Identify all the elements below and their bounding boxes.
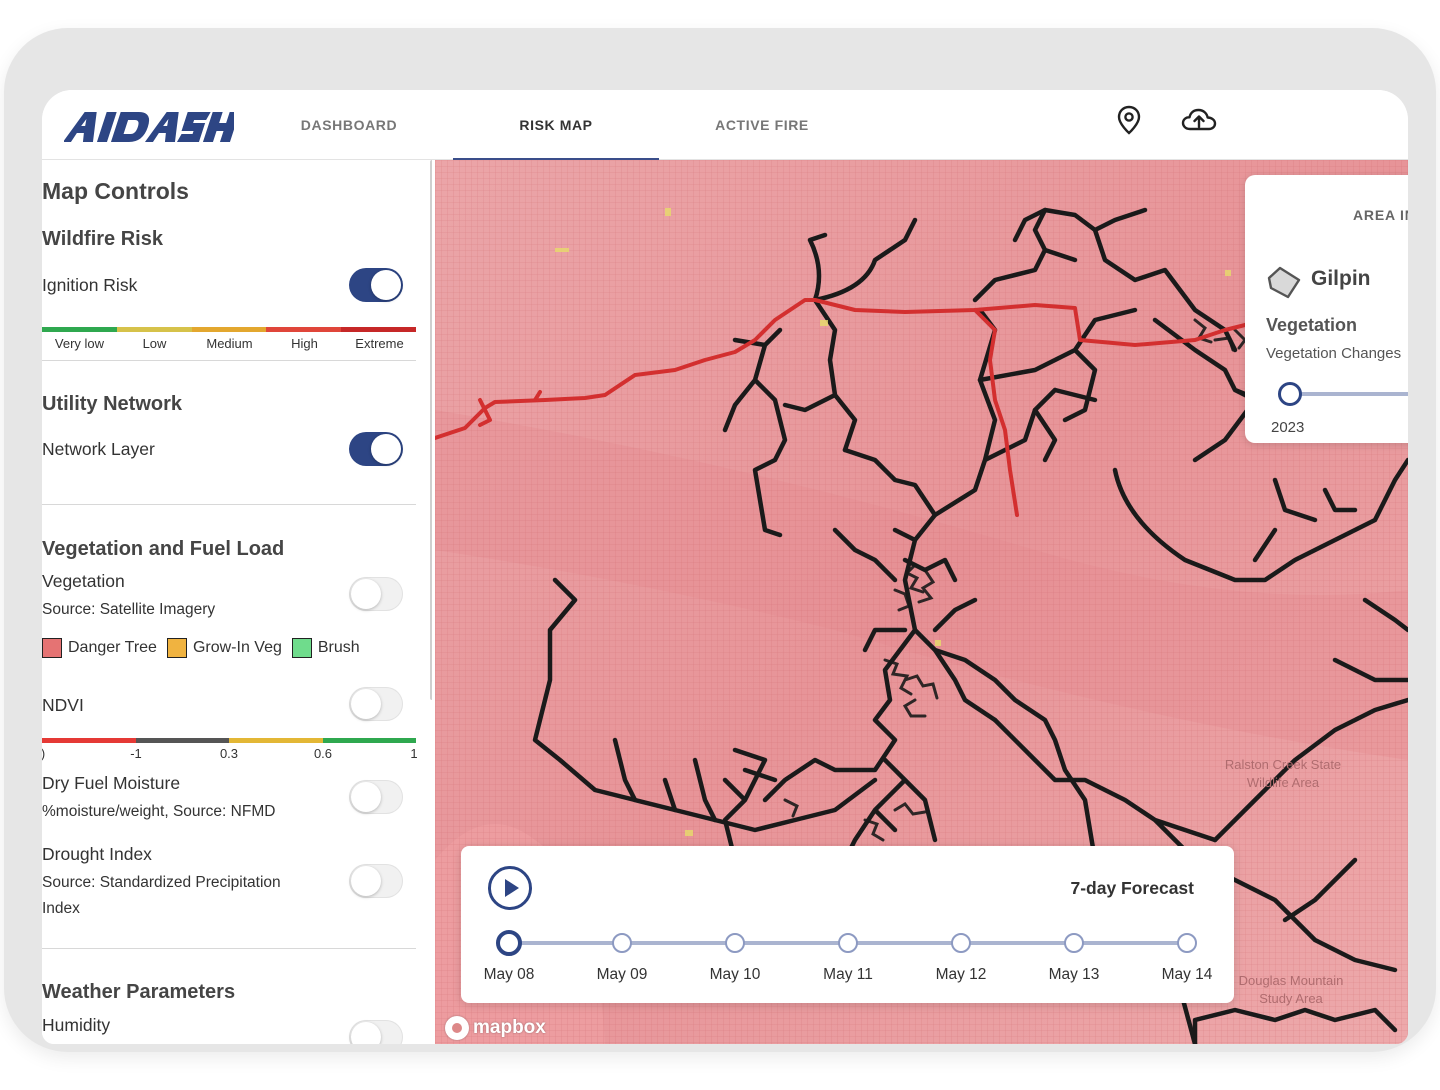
- app-screen: DASHBOARD RISK MAP ACTIVE FIRE Map Contr…: [42, 90, 1408, 1044]
- humidity-toggle[interactable]: [349, 1020, 403, 1044]
- forecast-panel: 7-day Forecast May 08 May 09 May 10 May 11 M…: [461, 846, 1234, 1003]
- play-icon[interactable]: [488, 866, 532, 910]
- vegetation-legend: Danger Tree Grow-In Veg Brush: [42, 638, 370, 658]
- mapbox-wordmark: mapbox: [473, 1017, 546, 1038]
- legend-label: Grow-In Veg: [192, 639, 282, 656]
- section-divider: [42, 504, 416, 505]
- wildfire-risk-heading: Wildfire Risk: [42, 228, 163, 250]
- forecast-day-marker[interactable]: [496, 930, 522, 956]
- ndvi-segment: [42, 738, 136, 743]
- ndvi-tick: -1: [130, 746, 142, 761]
- area-info-title: AREA IN: [1353, 207, 1408, 223]
- ndvi-tick: 0.3: [219, 746, 239, 761]
- area-info-card[interactable]: AREA IN Gilpin Vegetation Vegetation Cha…: [1245, 175, 1408, 443]
- risk-scale-medium: [191, 327, 267, 332]
- dry-fuel-moisture-label: Dry Fuel Moisture: [42, 773, 181, 793]
- vegetation-toggle[interactable]: [349, 577, 403, 611]
- sidebar-scrollbar[interactable]: [430, 160, 432, 700]
- tab-risk-map[interactable]: RISK MAP: [453, 90, 659, 161]
- ndvi-label: NDVI: [42, 695, 84, 715]
- location-pin-icon[interactable]: [1113, 104, 1145, 136]
- drought-source: Source: Standardized Precipitation Index: [42, 874, 281, 917]
- legend-item-brush: Brush: [291, 638, 360, 658]
- year-slider-handle[interactable]: [1278, 382, 1302, 406]
- panel-title: Map Controls: [42, 178, 189, 204]
- risk-scale-bar: [42, 327, 416, 332]
- year-slider-track[interactable]: [1290, 392, 1408, 396]
- forecast-day-label: May 11: [823, 966, 873, 983]
- dry-fuel-source: %moisture/weight, Source: NFMD: [42, 803, 276, 820]
- ndvi-segment: [135, 738, 229, 743]
- tab-active-fire[interactable]: ACTIVE FIRE: [687, 90, 837, 160]
- grow-in-veg-swatch: [166, 638, 187, 658]
- ignition-risk-toggle[interactable]: [349, 268, 403, 302]
- scale-label-high: High: [291, 336, 318, 351]
- forecast-day-marker[interactable]: [951, 933, 971, 953]
- aidash-logo[interactable]: [64, 108, 234, 144]
- area-subtitle: Vegetation Changes: [1266, 345, 1402, 362]
- cloud-upload-icon[interactable]: [1180, 104, 1218, 136]
- mapbox-attribution[interactable]: mapbox: [445, 1016, 546, 1040]
- risk-scale-very-low: [42, 327, 117, 332]
- scale-label-extreme: Extreme: [355, 336, 404, 351]
- polygon-area-icon: [1267, 266, 1301, 299]
- risk-map[interactable]: Ralston Creek State Wildlife Area Dougla…: [435, 160, 1408, 1044]
- vegetation-label: Vegetation: [42, 571, 125, 591]
- ndvi-toggle[interactable]: [349, 687, 403, 721]
- forecast-day-label: May 09: [596, 966, 648, 983]
- network-layer-label: Network Layer: [42, 439, 155, 459]
- forecast-day-label: May 14: [1161, 966, 1213, 983]
- forecast-day-marker[interactable]: [725, 933, 745, 953]
- forecast-day-label: May 12: [935, 966, 987, 983]
- ndvi-scale-bar: [42, 738, 416, 743]
- forecast-title: 7-day Forecast: [1070, 878, 1194, 898]
- vegetation-source: Source: Satellite Imagery: [42, 601, 216, 618]
- forecast-day-marker[interactable]: [838, 933, 858, 953]
- ndvi-segment: [322, 738, 416, 743]
- legend-label: Danger Tree: [68, 639, 157, 656]
- ndvi-tick-partial: ): [42, 746, 47, 761]
- forecast-day-marker[interactable]: [1064, 933, 1084, 953]
- drought-index-label: Drought Index: [42, 844, 152, 864]
- mapbox-icon: [445, 1016, 469, 1040]
- risk-scale-low: [116, 327, 192, 332]
- dry-fuel-toggle[interactable]: [349, 780, 403, 814]
- section-divider: [42, 360, 416, 361]
- ndvi-tick: 1: [410, 746, 418, 761]
- section-divider: [42, 948, 416, 949]
- scale-label-very-low: Very low: [54, 336, 105, 351]
- legend-item-grow-in-veg: Grow-In Veg: [166, 638, 282, 658]
- tablet-frame: DASHBOARD RISK MAP ACTIVE FIRE Map Contr…: [4, 28, 1436, 1052]
- legend-item-danger-tree: Danger Tree: [42, 638, 157, 658]
- drought-index-toggle[interactable]: [349, 864, 403, 898]
- map-controls-panel: Map Controls Wildfire Risk Ignition Risk…: [42, 160, 432, 1044]
- year-label: 2023: [1271, 419, 1305, 436]
- scale-label-medium: Medium: [206, 336, 253, 351]
- risk-scale-high: [266, 327, 342, 332]
- danger-tree-swatch: [42, 638, 62, 658]
- brush-swatch: [291, 638, 312, 658]
- forecast-day-marker[interactable]: [612, 933, 632, 953]
- forecast-day-label: May 13: [1048, 966, 1100, 983]
- tab-dashboard[interactable]: DASHBOARD: [274, 90, 424, 160]
- scale-label-low: Low: [142, 336, 167, 351]
- forecast-day-label: May 10: [709, 966, 761, 983]
- humidity-label: Humidity: [42, 1015, 111, 1035]
- vegetation-fuel-heading: Vegetation and Fuel Load: [42, 538, 285, 560]
- place-label-ralston-creek: Ralston Creek State Wildlife Area: [1224, 757, 1342, 790]
- ndvi-segment: [229, 738, 323, 743]
- forecast-day-marker[interactable]: [1177, 933, 1197, 953]
- weather-parameters-heading: Weather Parameters: [42, 981, 236, 1003]
- utility-network-heading: Utility Network: [42, 393, 183, 415]
- ignition-risk-label: Ignition Risk: [42, 275, 138, 295]
- legend-label: Brush: [317, 639, 360, 656]
- area-name: Gilpin: [1311, 267, 1371, 290]
- place-label-douglas-mountain: Douglas Mountain Study Area: [1238, 973, 1344, 1006]
- network-layer-toggle[interactable]: [349, 432, 403, 466]
- top-navigation: DASHBOARD RISK MAP ACTIVE FIRE: [42, 90, 1408, 161]
- risk-scale-extreme: [341, 327, 416, 332]
- ndvi-tick: 0.6: [313, 746, 333, 761]
- area-section-heading: Vegetation: [1266, 315, 1358, 335]
- forecast-day-label: May 08: [483, 966, 535, 983]
